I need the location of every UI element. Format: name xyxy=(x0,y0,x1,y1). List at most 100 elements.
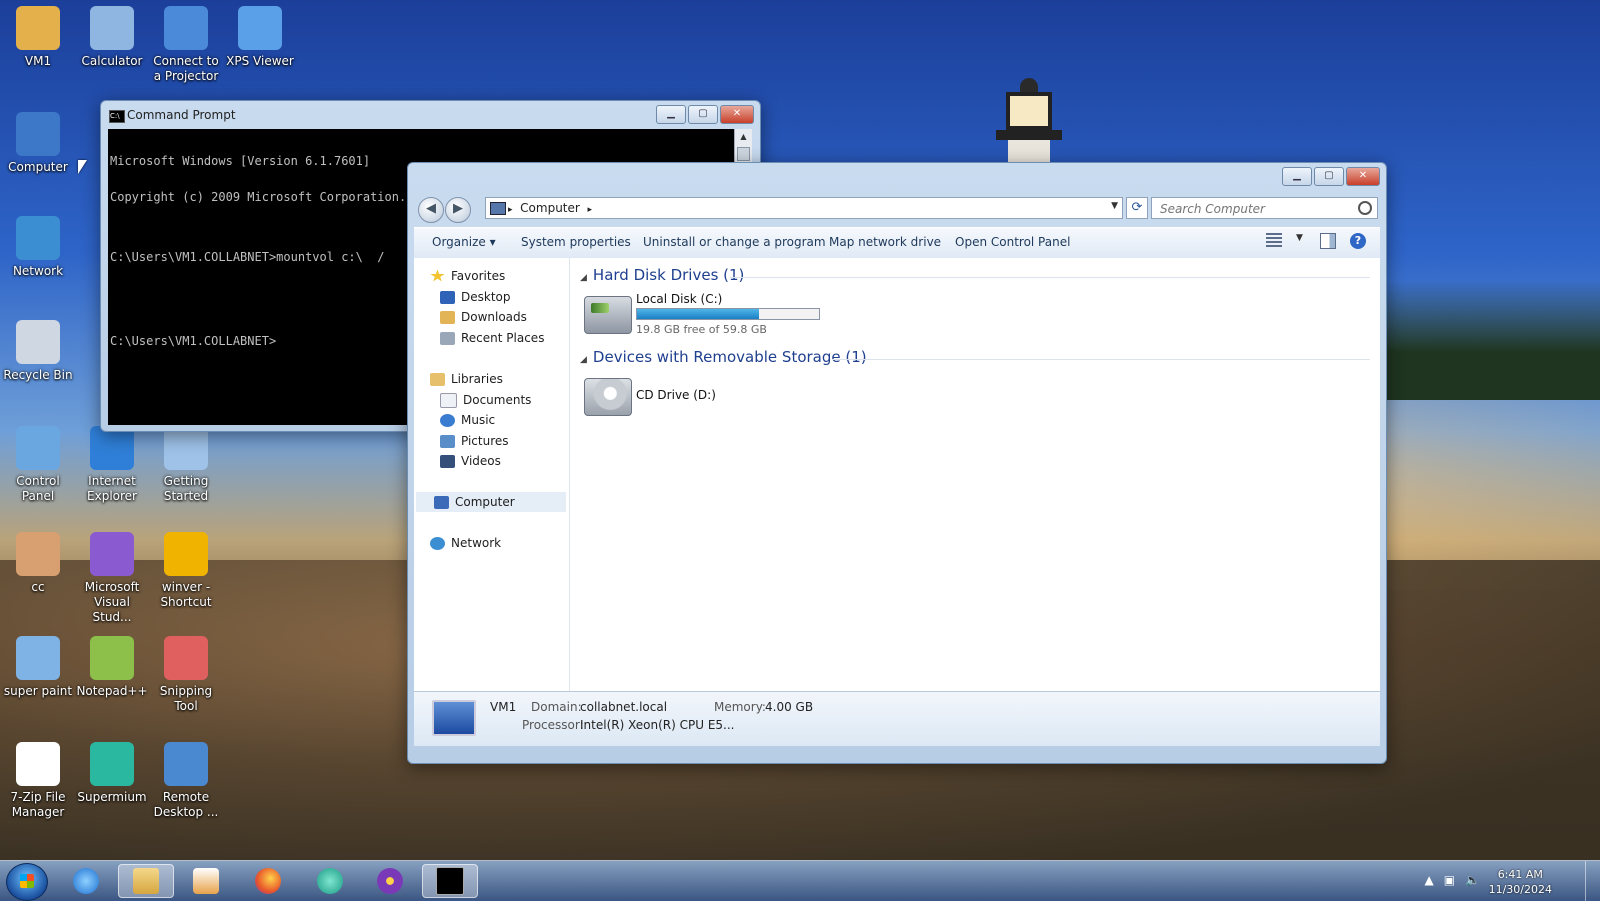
close-button[interactable]: ✕ xyxy=(720,105,754,124)
open-control-panel-button[interactable]: Open Control Panel xyxy=(955,235,1070,249)
desktop-icon-internet-explorer[interactable]: Internet Explorer xyxy=(74,426,150,504)
taskbar-internet-explorer-icon[interactable] xyxy=(58,864,114,898)
star-icon xyxy=(430,269,445,282)
network-status-icon[interactable]: ▣ xyxy=(1444,873,1455,887)
desktop-icon-computer[interactable]: Computer xyxy=(0,112,76,175)
desktop-icon-control-panel[interactable]: Control Panel xyxy=(0,426,76,504)
taskbar-tor-icon[interactable] xyxy=(362,864,418,898)
explorer-window[interactable]: ▁ ▢ ✕ ◀ ▶ ▸ Computer ▸ ▼ ⟳ Organize ▾ Sy… xyxy=(407,162,1387,764)
desktop-icon-cc[interactable]: cc xyxy=(0,532,76,595)
collapse-icon[interactable]: ◢ xyxy=(580,355,587,365)
computer-icon xyxy=(432,700,476,736)
desktop-icon-supermium[interactable]: Supermium xyxy=(74,742,150,805)
scroll-up-icon[interactable]: ▲ xyxy=(735,129,752,145)
minimize-button[interactable]: ▁ xyxy=(1282,167,1312,186)
nav-desktop[interactable]: Desktop xyxy=(440,287,511,307)
desktop-icon-label: Recycle Bin xyxy=(3,368,73,382)
minimize-button[interactable]: ▁ xyxy=(656,105,686,124)
desktop-icon-label: Notepad++ xyxy=(76,684,148,698)
desktop-icon-network[interactable]: Network xyxy=(0,216,76,279)
help-icon[interactable]: ? xyxy=(1350,233,1366,249)
search-input[interactable] xyxy=(1158,201,1362,217)
desktop-icon-getting-started[interactable]: Getting Started xyxy=(148,426,224,504)
nav-recent-places[interactable]: Recent Places xyxy=(440,328,544,348)
search-icon[interactable] xyxy=(1358,201,1372,215)
taskbar-windows-explorer-icon[interactable] xyxy=(118,864,174,898)
desktop-icon-recycle-bin[interactable]: Recycle Bin xyxy=(0,320,76,383)
computer-icon xyxy=(434,495,449,509)
system-properties-button[interactable]: System properties xyxy=(521,235,631,249)
wallpaper-lighthouse xyxy=(994,78,1064,166)
breadcrumb-computer[interactable]: Computer xyxy=(520,201,580,215)
desktop-icon-label: Microsoft Visual Stud... xyxy=(84,580,140,624)
nav-computer[interactable]: Computer xyxy=(416,492,566,512)
mouse-cursor-icon xyxy=(78,160,87,174)
map-network-drive-button[interactable]: Map network drive xyxy=(829,235,941,249)
nav-pictures[interactable]: Pictures xyxy=(440,431,509,451)
uninstall-program-button[interactable]: Uninstall or change a program xyxy=(643,235,826,249)
address-bar[interactable]: ▸ Computer ▸ ▼ xyxy=(485,197,1123,219)
chevron-down-icon[interactable]: ▼ xyxy=(1111,201,1118,211)
taskbar-supermium-icon[interactable] xyxy=(302,864,358,898)
pictures-icon xyxy=(440,434,455,448)
nav-downloads[interactable]: Downloads xyxy=(440,307,527,327)
chevron-down-icon[interactable]: ▼ xyxy=(1296,233,1306,249)
start-button[interactable] xyxy=(6,863,48,901)
desktop-icon-7-zip-file-manager[interactable]: 7-Zip File Manager xyxy=(0,742,76,820)
show-hidden-icons-icon[interactable]: ▲ xyxy=(1424,873,1433,887)
forward-button[interactable]: ▶ xyxy=(445,197,471,223)
scroll-thumb[interactable] xyxy=(737,147,750,161)
maximize-button[interactable]: ▢ xyxy=(688,105,718,124)
desktop-icon-xps-viewer[interactable]: XPS Viewer xyxy=(222,6,298,69)
taskbar-media-player-icon[interactable] xyxy=(178,864,234,898)
explorer-titlebar[interactable]: ▁ ▢ ✕ xyxy=(408,163,1386,191)
nav-documents[interactable]: Documents xyxy=(440,390,531,410)
nav-favorites[interactable]: Favorites xyxy=(430,266,505,286)
desktop-icon-label: super paint xyxy=(3,684,73,698)
nav-music[interactable]: Music xyxy=(440,410,495,430)
desktop-icon-remote-desktop[interactable]: Remote Desktop ... xyxy=(148,742,224,820)
show-desktop-button[interactable] xyxy=(1585,861,1600,901)
desktop-icon-calculator[interactable]: Calculator xyxy=(74,6,150,69)
taskbar-firefox-icon[interactable] xyxy=(240,864,296,898)
desktop-icon-connect-to-a-projector[interactable]: Connect to a Projector xyxy=(148,6,224,84)
group-hard-disk-drives[interactable]: ◢ Hard Disk Drives (1) xyxy=(580,266,744,284)
refresh-button[interactable]: ⟳ xyxy=(1126,197,1148,219)
network-icon xyxy=(430,536,445,550)
volume-icon[interactable]: 🔈 xyxy=(1465,873,1480,887)
clock[interactable]: 6:41 AM 11/30/2024 xyxy=(1489,867,1552,897)
wallpaper-trees xyxy=(1380,280,1600,400)
search-box[interactable] xyxy=(1151,197,1378,219)
cmd-titlebar[interactable]: C:\ Command Prompt ▁ ▢ ✕ xyxy=(101,101,760,129)
desktop-icon-winver-shortcut[interactable]: winver - Shortcut xyxy=(148,532,224,610)
nav-libraries[interactable]: Libraries xyxy=(430,369,503,389)
seven-zip-icon xyxy=(16,742,60,786)
breadcrumb[interactable]: ▸ Computer ▸ xyxy=(508,201,592,215)
preview-pane-icon[interactable] xyxy=(1320,233,1336,249)
drive-cd-d[interactable]: CD Drive (D:) xyxy=(584,372,844,422)
desktop-icon-label: winver - Shortcut xyxy=(160,580,212,609)
taskbar-command-prompt-icon[interactable] xyxy=(422,864,478,898)
close-button[interactable]: ✕ xyxy=(1346,167,1380,186)
memory-value: 4.00 GB xyxy=(765,700,814,714)
desktop-icon-super-paint[interactable]: super paint xyxy=(0,636,76,699)
back-button[interactable]: ◀ xyxy=(418,197,444,223)
xps-viewer-icon xyxy=(238,6,282,50)
desktop-icon-snipping-tool[interactable]: Snipping Tool xyxy=(148,636,224,714)
desktop-icon-vm1[interactable]: VM1 xyxy=(0,6,76,69)
desktop-icon-microsoft-visual-stud[interactable]: Microsoft Visual Stud... xyxy=(74,532,150,625)
collapse-icon[interactable]: ◢ xyxy=(580,273,587,283)
documents-icon xyxy=(440,392,457,408)
nav-network[interactable]: Network xyxy=(430,533,501,553)
view-options-icon[interactable] xyxy=(1266,233,1282,249)
organize-menu[interactable]: Organize ▾ xyxy=(432,235,496,249)
processor-value: Intel(R) Xeon(R) CPU E5... xyxy=(580,718,735,732)
desktop-icon-label: VM1 xyxy=(24,54,52,68)
maximize-button[interactable]: ▢ xyxy=(1314,167,1344,186)
cd-drive-icon xyxy=(584,378,632,416)
desktop-icon-notepad[interactable]: Notepad++ xyxy=(74,636,150,699)
network-icon xyxy=(16,216,60,260)
drive-local-disk-c[interactable]: Local Disk (C:) 19.8 GB free of 59.8 GB xyxy=(584,290,844,340)
nav-videos[interactable]: Videos xyxy=(440,451,501,471)
group-removable-storage[interactable]: ◢ Devices with Removable Storage (1) xyxy=(580,348,867,366)
